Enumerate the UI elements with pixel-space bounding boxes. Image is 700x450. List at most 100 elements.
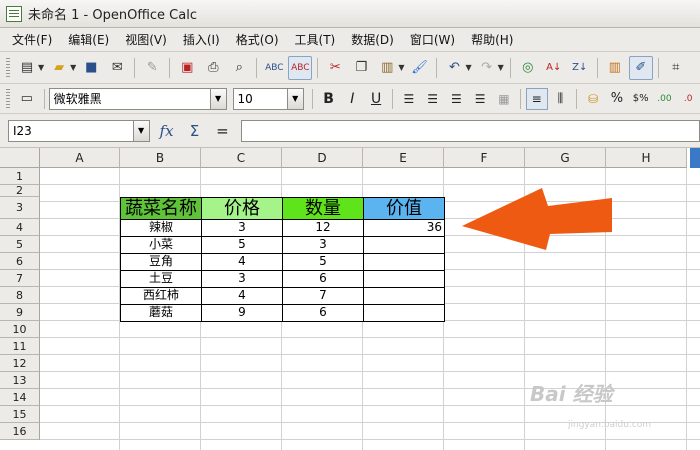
sum-icon[interactable]: Σ bbox=[184, 120, 206, 142]
table-cell[interactable] bbox=[363, 304, 445, 322]
table-cell[interactable]: 4 bbox=[201, 253, 283, 271]
table-cell[interactable] bbox=[363, 253, 445, 271]
column-header[interactable]: F bbox=[444, 148, 525, 168]
table-cell[interactable]: 9 bbox=[201, 304, 283, 322]
table-cell[interactable]: 西红柿 bbox=[120, 287, 202, 305]
menu-edit[interactable]: 编辑(E) bbox=[60, 28, 117, 52]
row-header[interactable]: 16 bbox=[0, 423, 40, 440]
row-header[interactable]: 7 bbox=[0, 270, 40, 287]
row-header[interactable]: 9 bbox=[0, 304, 40, 321]
undo-icon[interactable]: ↶ bbox=[442, 56, 466, 80]
table-cell[interactable]: 3 bbox=[282, 236, 364, 254]
row-header[interactable]: 12 bbox=[0, 355, 40, 372]
font-size-select[interactable]: 10 ▼ bbox=[232, 87, 304, 110]
menu-help[interactable]: 帮助(H) bbox=[463, 28, 521, 52]
table-cell[interactable]: 豆角 bbox=[120, 253, 202, 271]
table-cell[interactable]: 3 bbox=[201, 219, 283, 237]
redo-icon[interactable]: ↷ bbox=[475, 56, 499, 80]
column-header[interactable]: C bbox=[201, 148, 282, 168]
row-header[interactable]: 8 bbox=[0, 287, 40, 304]
table-cell[interactable]: 6 bbox=[282, 304, 364, 322]
row-header[interactable]: 14 bbox=[0, 389, 40, 406]
row-header[interactable]: 3 bbox=[0, 197, 40, 219]
table-header-cell[interactable]: 蔬菜名称 bbox=[120, 197, 202, 220]
styles-formatting-icon[interactable]: ▭ bbox=[15, 87, 39, 111]
paste-icon[interactable]: ▥ bbox=[375, 56, 399, 80]
row-header[interactable]: 15 bbox=[0, 406, 40, 423]
standard-number-format-icon[interactable]: $% bbox=[630, 88, 652, 110]
table-header-cell[interactable]: 价值 bbox=[363, 197, 445, 220]
open-folder-icon[interactable]: ▰ bbox=[47, 56, 71, 80]
percent-format-icon[interactable]: % bbox=[606, 88, 628, 110]
select-all-corner[interactable] bbox=[0, 148, 40, 168]
row-header[interactable]: 1 bbox=[0, 168, 40, 185]
edit-file-icon[interactable]: ✎ bbox=[140, 56, 164, 80]
print-icon[interactable]: ⎙ bbox=[201, 56, 225, 80]
autospellcheck-icon[interactable]: ABC bbox=[288, 55, 313, 80]
table-cell[interactable]: 36 bbox=[363, 219, 445, 237]
table-cell[interactable] bbox=[363, 270, 445, 288]
remove-decimal-icon[interactable]: .0 bbox=[677, 88, 699, 110]
chevron-down-icon[interactable]: ▼ bbox=[132, 120, 149, 141]
menu-data[interactable]: 数据(D) bbox=[343, 28, 402, 52]
menu-file[interactable]: 文件(F) bbox=[4, 28, 60, 52]
table-cell[interactable]: 小菜 bbox=[120, 236, 202, 254]
table-cell[interactable]: 12 bbox=[282, 219, 364, 237]
chevron-down-icon[interactable]: ▼ bbox=[209, 88, 226, 109]
toolbar-grip[interactable] bbox=[6, 57, 10, 78]
align-vertical-center-icon[interactable]: ⫼ bbox=[550, 88, 572, 110]
align-right-icon[interactable]: ☰ bbox=[445, 88, 467, 110]
hyperlink-icon[interactable]: ◎ bbox=[516, 56, 540, 80]
format-paintbrush-icon[interactable]: 🖌 bbox=[407, 56, 431, 80]
table-cell[interactable]: 4 bbox=[201, 287, 283, 305]
menu-window[interactable]: 窗口(W) bbox=[402, 28, 463, 52]
save-icon[interactable]: ■ bbox=[79, 56, 103, 80]
align-center-icon[interactable]: ☰ bbox=[422, 88, 444, 110]
sort-ascending-icon[interactable]: A↓ bbox=[542, 56, 566, 80]
merge-cells-icon[interactable]: ▦ bbox=[493, 88, 515, 110]
row-header[interactable]: 13 bbox=[0, 372, 40, 389]
chevron-down-icon[interactable]: ▼ bbox=[70, 63, 76, 72]
table-cell[interactable]: 5 bbox=[282, 253, 364, 271]
table-cell[interactable]: 7 bbox=[282, 287, 364, 305]
row-header[interactable]: 11 bbox=[0, 338, 40, 355]
column-header[interactable]: B bbox=[120, 148, 201, 168]
table-cell[interactable]: 3 bbox=[201, 270, 283, 288]
menu-view[interactable]: 视图(V) bbox=[117, 28, 175, 52]
column-header[interactable]: E bbox=[363, 148, 444, 168]
menu-format[interactable]: 格式(O) bbox=[228, 28, 287, 52]
table-cell[interactable] bbox=[363, 236, 445, 254]
underline-button[interactable]: U bbox=[365, 88, 387, 110]
column-header[interactable]: D bbox=[282, 148, 363, 168]
column-header[interactable]: A bbox=[40, 148, 120, 168]
table-cell[interactable]: 蘑菇 bbox=[120, 304, 202, 322]
menu-insert[interactable]: 插入(I) bbox=[175, 28, 228, 52]
table-cell[interactable]: 土豆 bbox=[120, 270, 202, 288]
name-box[interactable]: I23 ▼ bbox=[8, 119, 150, 142]
formula-equals-icon[interactable]: = bbox=[211, 120, 233, 142]
new-document-icon[interactable]: ▤ bbox=[15, 56, 39, 80]
spellcheck-icon[interactable]: ABC bbox=[262, 56, 286, 80]
sort-descending-icon[interactable]: Z↓ bbox=[568, 56, 592, 80]
copy-icon[interactable]: ❐ bbox=[349, 56, 373, 80]
add-decimal-icon[interactable]: .00 bbox=[654, 88, 676, 110]
chevron-down-icon[interactable]: ▼ bbox=[498, 63, 504, 72]
scrollbar-handle[interactable] bbox=[690, 148, 700, 168]
chevron-down-icon[interactable]: ▼ bbox=[286, 88, 303, 109]
table-header-cell[interactable]: 价格 bbox=[201, 197, 283, 220]
row-header[interactable]: 6 bbox=[0, 253, 40, 270]
cut-icon[interactable]: ✂ bbox=[323, 56, 347, 80]
chevron-down-icon[interactable]: ▼ bbox=[38, 63, 44, 72]
bold-button[interactable]: B bbox=[318, 88, 340, 110]
justify-icon[interactable]: ☰ bbox=[469, 88, 491, 110]
menu-tools[interactable]: 工具(T) bbox=[287, 28, 344, 52]
chart-icon[interactable]: ▥ bbox=[603, 56, 627, 80]
row-header[interactable]: 2 bbox=[0, 185, 40, 197]
font-name-select[interactable]: 微软雅黑 ▼ bbox=[48, 87, 227, 110]
chevron-down-icon[interactable]: ▼ bbox=[465, 63, 471, 72]
print-preview-icon[interactable]: ⌕ bbox=[227, 56, 251, 80]
italic-button[interactable]: I bbox=[341, 88, 363, 110]
align-left-icon[interactable]: ☰ bbox=[398, 88, 420, 110]
chevron-down-icon[interactable]: ▼ bbox=[398, 63, 404, 72]
function-wizard-icon[interactable]: fx bbox=[156, 120, 178, 142]
